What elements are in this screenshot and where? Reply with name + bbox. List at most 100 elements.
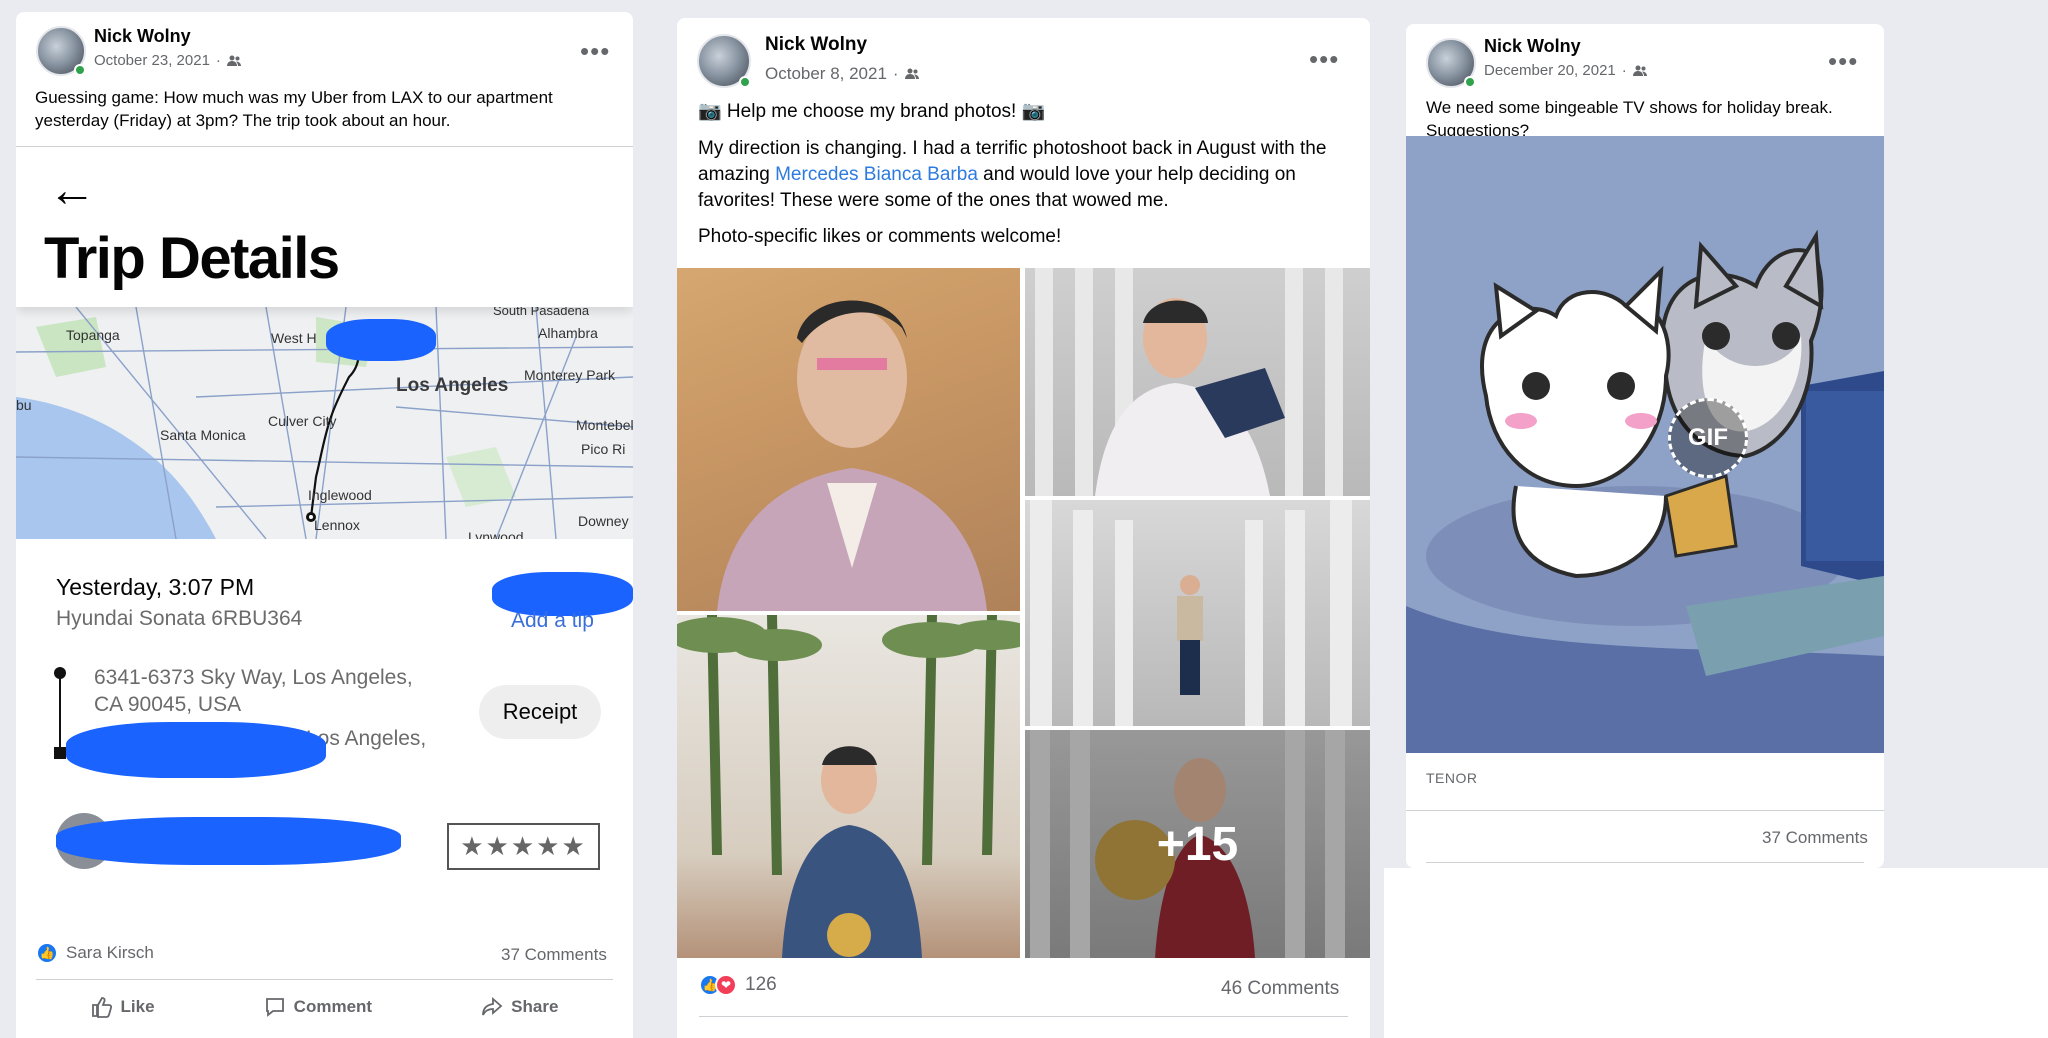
- add-tip-link[interactable]: Add a tip: [511, 609, 594, 633]
- map-label: Inglewood: [308, 487, 372, 503]
- comments-count[interactable]: 37 Comments: [1762, 828, 1868, 848]
- divider: [1426, 862, 1864, 863]
- comment-icon: [265, 998, 284, 1017]
- friends-audience-icon: [226, 55, 241, 66]
- separator: ·: [215, 52, 221, 69]
- separator: ·: [892, 64, 899, 83]
- redaction-scribble: [56, 817, 401, 865]
- photo-5[interactable]: +15: [1025, 730, 1370, 958]
- uber-title: Trip Details: [44, 226, 340, 291]
- post-date[interactable]: October 23, 2021: [94, 52, 210, 69]
- reacted-by: Sara Kirsch: [66, 943, 154, 962]
- post-line-3: Photo-specific likes or comments welcome…: [698, 226, 1062, 247]
- post-line-1: 📷 Help me choose my brand photos! 📷: [698, 101, 1046, 122]
- like-reaction-icon: 👍: [36, 942, 58, 964]
- portrait-graphic: [1030, 500, 1352, 726]
- post-date[interactable]: December 20, 2021: [1484, 62, 1616, 79]
- receipt-button[interactable]: Receipt: [479, 685, 601, 739]
- post-date[interactable]: October 8, 2021: [765, 64, 887, 84]
- reaction-count: 126: [745, 974, 777, 995]
- portrait-graphic: [677, 615, 1020, 958]
- uber-header: ← Trip Details: [16, 147, 633, 307]
- post-card-uber: Nick Wolny October 23, 2021 · ••• Guessi…: [16, 12, 633, 1038]
- map-label: Culver City: [268, 413, 337, 429]
- tagged-person-link[interactable]: Mercedes Bianca Barba: [775, 164, 978, 185]
- trip-vehicle: Hyundai Sonata 6RBU364: [56, 607, 303, 630]
- post-header: Nick Wolny December 20, 2021 · •••: [1406, 24, 1884, 88]
- author-name[interactable]: Nick Wolny: [94, 26, 191, 47]
- comments-count[interactable]: 46 Comments: [1221, 978, 1339, 1000]
- portrait-graphic: [717, 300, 987, 611]
- share-button[interactable]: Share: [481, 996, 558, 1018]
- map-label: Downey: [578, 513, 629, 529]
- avatar[interactable]: [36, 26, 86, 76]
- more-options-icon[interactable]: •••: [1828, 48, 1858, 74]
- post-actions: Like Comment Share: [36, 996, 613, 1018]
- post-header: Nick Wolny October 8, 2021 · •••: [677, 18, 1370, 88]
- post-card-photos: Nick Wolny October 8, 2021 · ••• 📷 Help …: [677, 18, 1370, 1038]
- post-meta: December 20, 2021 ·: [1484, 62, 1647, 79]
- more-photos-overlay[interactable]: +15: [1025, 730, 1370, 958]
- divider: [699, 1016, 1348, 1017]
- post-text: Guessing game: How much was my Uber from…: [35, 88, 553, 130]
- more-options-icon[interactable]: •••: [580, 38, 610, 64]
- photo-3[interactable]: [1025, 500, 1370, 726]
- comment-button[interactable]: Comment: [264, 996, 372, 1018]
- share-label: Share: [511, 997, 559, 1016]
- reactions-summary[interactable]: 👍 ❤ 126: [699, 974, 777, 996]
- online-status-icon: [1464, 76, 1476, 88]
- cats-watching-tv-graphic: [1406, 136, 1884, 753]
- post-card-gif: Nick Wolny December 20, 2021 · ••• We ne…: [1406, 24, 1884, 868]
- love-reaction-icon: ❤: [715, 974, 737, 996]
- photo-2[interactable]: [1025, 268, 1370, 496]
- map-label: Los Angeles: [396, 375, 509, 396]
- online-status-icon: [739, 76, 751, 88]
- rating-stars[interactable]: ★★★★★: [447, 823, 600, 870]
- divider: [1406, 810, 1884, 811]
- map-label: West H: [271, 330, 317, 346]
- map-label: Alhambra: [538, 325, 598, 341]
- blank-region: [1384, 868, 2048, 1038]
- like-button[interactable]: Like: [91, 996, 155, 1018]
- post-paragraph: My direction is changing. I had a terrif…: [698, 136, 1348, 214]
- map-label: Lynwood: [468, 529, 524, 539]
- gif-source-label[interactable]: TENOR: [1426, 770, 1478, 786]
- avatar[interactable]: [1426, 38, 1476, 88]
- map-label: Montebello: [576, 417, 633, 433]
- post-meta: October 8, 2021 ·: [765, 64, 919, 84]
- map-label: Topanga: [66, 327, 120, 343]
- map-label: Lennox: [314, 517, 360, 533]
- post-meta: October 23, 2021 ·: [94, 52, 241, 69]
- comment-label: Comment: [293, 997, 373, 1016]
- share-icon: [482, 997, 503, 1016]
- gif-animation[interactable]: GIF: [1406, 136, 1884, 753]
- like-label: Like: [120, 997, 155, 1016]
- pickup-address: 6341-6373 Sky Way, Los Angeles, CA 90045…: [94, 666, 413, 716]
- gif-play-badge[interactable]: GIF: [1668, 398, 1748, 478]
- more-options-icon[interactable]: •••: [1309, 46, 1339, 72]
- redaction-scribble: [66, 722, 326, 778]
- separator: ·: [1621, 62, 1627, 79]
- friends-audience-icon: [1632, 65, 1647, 76]
- photo-1[interactable]: [677, 268, 1020, 611]
- author-name[interactable]: Nick Wolny: [1484, 36, 1581, 57]
- friends-audience-icon: [904, 68, 919, 79]
- back-arrow-icon: ←: [48, 164, 96, 217]
- trip-map: South Pasadena Topanga West H Alhambra L…: [16, 307, 633, 539]
- post-header: Nick Wolny October 23, 2021 · •••: [16, 12, 633, 76]
- thumbs-up-icon: [91, 997, 112, 1018]
- avatar[interactable]: [697, 34, 751, 88]
- trip-date: Yesterday, 3:07 PM: [56, 574, 255, 600]
- photo-4[interactable]: [677, 615, 1020, 958]
- reactions-summary[interactable]: 👍 Sara Kirsch: [36, 942, 154, 964]
- author-name[interactable]: Nick Wolny: [765, 34, 867, 56]
- map-label: bu: [16, 397, 32, 413]
- online-status-icon: [74, 64, 86, 76]
- redaction-scribble: [326, 319, 436, 361]
- reaction-icons: 👍 ❤: [699, 974, 737, 996]
- map-label: South Pasadena: [493, 307, 590, 318]
- comments-count[interactable]: 37 Comments: [501, 945, 607, 965]
- divider: [36, 979, 613, 980]
- uber-trip-screenshot[interactable]: ← Trip Details South Pasadena Topanga We…: [16, 147, 633, 917]
- map-label: Santa Monica: [160, 427, 246, 443]
